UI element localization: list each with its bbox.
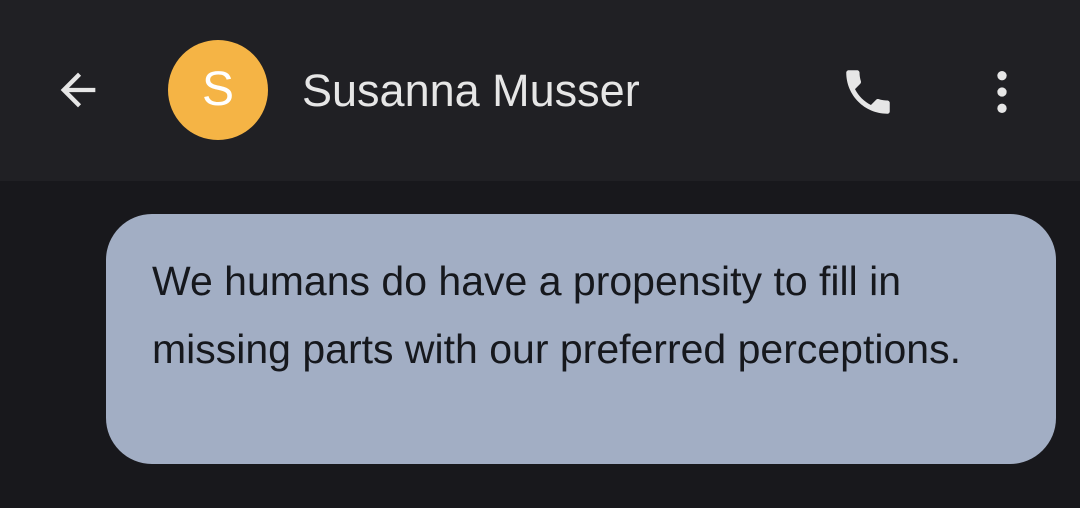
message-bubble[interactable]: We humans do have a propensity to fill i… (106, 214, 1056, 464)
contact-name[interactable]: Susanna Musser (302, 60, 640, 122)
phone-icon (846, 70, 890, 114)
more-options-button[interactable] (966, 54, 1038, 130)
call-button[interactable] (830, 54, 906, 130)
avatar-initial: S (201, 63, 234, 116)
top-app-bar: S Susanna Musser (0, 0, 1080, 181)
arrow-left-icon (60, 72, 96, 108)
more-vertical-icon (997, 71, 1007, 113)
back-button[interactable] (40, 52, 116, 128)
message-text: We humans do have a propensity to fill i… (152, 258, 961, 372)
avatar[interactable]: S (168, 40, 268, 140)
